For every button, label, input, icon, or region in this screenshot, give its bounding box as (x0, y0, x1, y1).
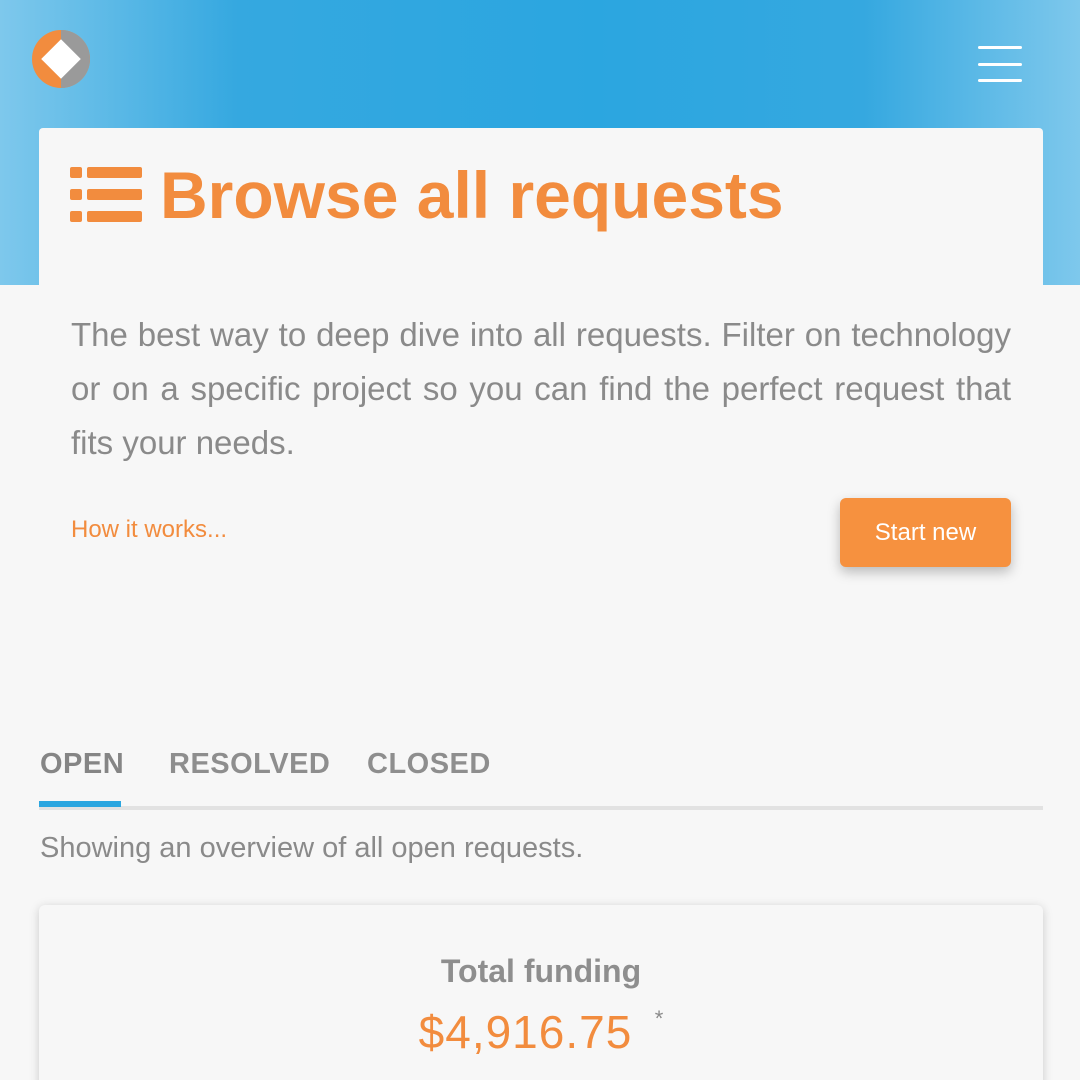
tab-resolved[interactable]: RESOLVED (169, 748, 330, 806)
hero-description: The best way to deep dive into all reque… (71, 316, 1011, 461)
menu-line (978, 79, 1022, 82)
tab-caption: Showing an overview of all open requests… (40, 832, 584, 864)
total-funding-card: Total funding $4,916.75 * (39, 905, 1043, 1080)
tab-closed[interactable]: CLOSED (367, 748, 491, 806)
diamond-logo-icon[interactable] (30, 28, 92, 90)
total-funding-value-row: $4,916.75 * (39, 1005, 1043, 1059)
menu-line (978, 62, 1022, 66)
request-tabs: OPEN RESOLVED CLOSED (39, 748, 1043, 810)
funding-footnote-marker: * (654, 1006, 664, 1031)
hero-card: Browse all requests The best way to deep… (39, 128, 1043, 628)
hamburger-menu-icon[interactable] (978, 46, 1022, 82)
start-new-button[interactable]: Start new (840, 498, 1011, 567)
page: Browse all requests The best way to deep… (0, 0, 1080, 1080)
page-title-text: Browse all requests (160, 158, 784, 232)
total-funding-label: Total funding (440, 953, 642, 989)
list-icon (70, 167, 142, 222)
active-tab-indicator (39, 801, 121, 807)
menu-line (978, 46, 1022, 49)
page-title: Browse all requests (70, 162, 784, 228)
how-it-works-link[interactable]: How it works... (71, 516, 227, 544)
tab-open[interactable]: OPEN (40, 748, 124, 806)
total-funding-amount: $4,916.75 (418, 1006, 633, 1058)
